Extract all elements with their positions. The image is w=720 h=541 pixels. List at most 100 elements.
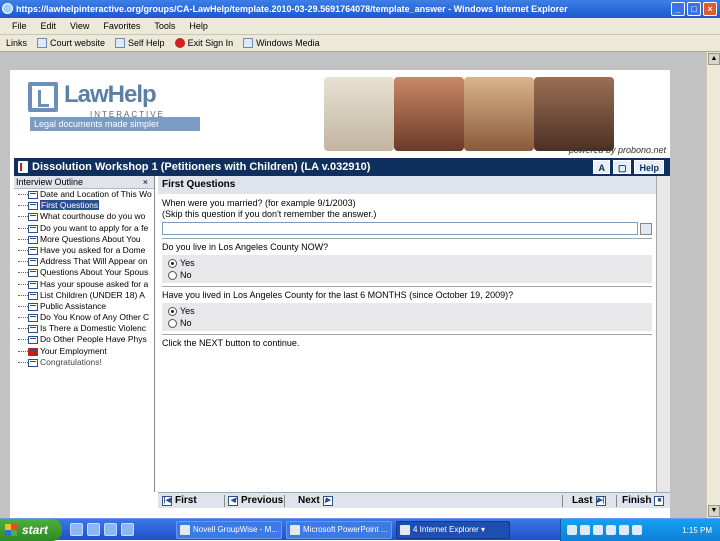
start-button[interactable]: start [0,519,62,541]
page-icon [243,38,254,48]
question-live-la: Do you live in Los Angeles County NOW? Y… [162,242,652,283]
outline-header: Interview Outline × [14,176,154,189]
taskbar-item-groupwise[interactable]: Novell GroupWise - M... [176,521,282,539]
help-button[interactable]: Help [634,160,664,174]
tray-icon[interactable] [593,525,603,535]
radio-yes[interactable]: Yes [168,305,646,317]
menu-view[interactable]: View [70,21,89,31]
stop-icon [174,38,185,48]
outline-item[interactable]: Have you asked for a Dome [14,245,154,256]
tray-icon[interactable] [606,525,616,535]
last-button[interactable]: Last ▶| [572,494,606,508]
outline-item[interactable]: Is There a Domestic Violenc [14,323,154,334]
scroll-down-arrow[interactable]: ▼ [708,505,720,517]
task-label: 4 Internet Explorer [413,525,479,534]
quick-launch-icon[interactable] [70,523,83,536]
quick-launch-icon[interactable] [121,523,134,536]
outline-item[interactable]: Do You Know of Any Other C [14,312,154,323]
font-size-button[interactable]: A [593,160,610,174]
tray-icon[interactable] [580,525,590,535]
toggle-button[interactable]: ▢ [612,160,632,174]
outline-item[interactable]: Public Assistance [14,301,154,312]
menu-tools[interactable]: Tools [154,21,175,31]
calendar-icon[interactable] [640,222,652,235]
outline-item[interactable]: Do Other People Have Phys [14,334,154,345]
quick-launch-icon[interactable] [104,523,117,536]
radio-button[interactable] [168,270,177,280]
radio-label: Yes [180,258,195,268]
radio-button[interactable] [168,318,177,328]
outline-item-label: Date and Location of This Wo [40,189,152,199]
menu-help[interactable]: Help [189,21,208,31]
menu-favorites[interactable]: Favorites [103,21,140,31]
radio-no[interactable]: No [168,269,646,281]
lawhelp-banner: LawHelp INTERACTIVE Legal documents made… [14,73,670,157]
outline-item-label: Has your spouse asked for a [40,278,149,289]
taskbar-item-powerpoint[interactable]: Microsoft PowerPoint ... [286,521,392,539]
links-bar: Links Court website Self Help Exit Sign … [0,35,720,52]
minimize-button[interactable]: _ [671,2,685,16]
next-button[interactable]: Next ▶ [298,494,333,508]
page-icon [28,314,38,323]
menu-file[interactable]: File [12,21,27,31]
menu-edit[interactable]: Edit [41,21,57,31]
clock: 1:15 PM [682,525,712,535]
page-icon [28,202,38,211]
panel-scrollbar[interactable] [656,176,670,492]
link-self-help[interactable]: Self Help [115,38,165,48]
task-label: Novell GroupWise - M... [193,525,278,534]
finish-button[interactable]: Finish ■ [622,494,665,508]
outline-item-current[interactable]: First Questions [14,200,154,211]
outline-item-label: More Questions About You [40,233,141,244]
page-icon [28,280,38,289]
tray-icon[interactable] [632,525,642,535]
quick-launch-icon[interactable] [87,523,100,536]
outline-item[interactable]: Questions About Your Spous [14,267,154,278]
outline-item[interactable]: Congratulations! [14,357,154,368]
link-court-website[interactable]: Court website [37,38,105,48]
lawhelp-logo-icon [28,82,58,112]
outline-item[interactable]: What courthouse do you wo [14,211,154,222]
outline-item-label: Do You Know of Any Other C [40,312,150,323]
photo-elderly-couple [534,77,614,151]
page-icon [28,291,38,300]
taskbar-item-ie[interactable]: 4 Internet Explorer ▾ [396,521,510,539]
radio-no[interactable]: No [168,317,646,329]
radio-button-selected[interactable] [168,258,177,268]
question-panel: First Questions When were you married? (… [158,176,656,492]
outline-item[interactable]: More Questions About You [14,234,154,245]
tray-icon[interactable] [619,525,629,535]
outline-item[interactable]: Date and Location of This Wo [14,189,154,200]
browser-scrollbar[interactable]: ▲ ▼ [706,52,720,518]
marriage-date-input[interactable] [162,222,639,235]
first-icon: |◀ [162,496,172,506]
link-exit-sign-in[interactable]: Exit Sign In [174,38,234,48]
outline-item-label: Your Employment [40,345,107,356]
outline-item[interactable]: List Children (UNDER 18) A [14,290,154,301]
outline-item-label: Do you want to apply for a fe [40,222,149,233]
previous-button[interactable]: ◀ Previous [228,494,283,508]
link-label: Exit Sign In [187,38,234,48]
link-windows-media[interactable]: Windows Media [243,38,320,48]
outline-item[interactable]: Your Employment [14,346,154,357]
outline-item[interactable]: Has your spouse asked for a [14,279,154,290]
page-icon [28,246,38,255]
outline-item[interactable]: Address That Will Appear on [14,256,154,267]
outline-item-label: Address That Will Appear on [40,256,148,267]
scroll-up-arrow[interactable]: ▲ [708,53,720,65]
radio-yes[interactable]: Yes [168,257,646,269]
divider [224,495,225,507]
windows-logo-icon [5,524,17,536]
radio-button-selected[interactable] [168,306,177,316]
question-text: When were you married? (for example 9/1/… [162,198,356,208]
nav-label: Last [572,495,593,506]
outline-item[interactable]: Do you want to apply for a fe [14,223,154,234]
maximize-button[interactable]: □ [687,2,701,16]
tray-icon[interactable] [567,525,577,535]
first-button[interactable]: |◀ First [162,494,197,508]
page-icon [28,358,38,367]
question-marriage-date: When were you married? (for example 9/1/… [162,198,652,235]
close-button[interactable]: × [703,2,717,16]
close-outline-icon[interactable]: × [143,176,148,189]
window-title: https://lawhelpinteractive.org/groups/CA… [16,4,568,14]
